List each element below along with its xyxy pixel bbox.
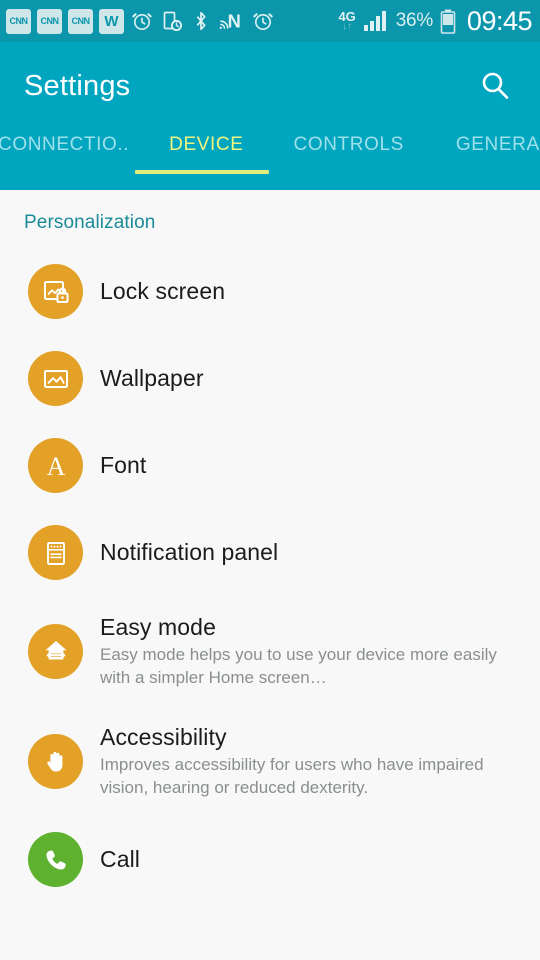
list-item-notification-panel[interactable]: Notification panel: [0, 509, 540, 596]
cnn-notification-icon: CNN: [68, 8, 93, 34]
list-item-text: Easy mode Easy mode helps you to use you…: [100, 613, 520, 690]
svg-text:A: A: [46, 452, 65, 481]
clock-label: 09:45: [466, 5, 533, 36]
status-bar-notifications: CNN CNN CNN W N: [6, 8, 338, 34]
section-header-personalization: Personalization: [24, 212, 156, 233]
list-item-text: Call: [100, 845, 140, 874]
list-item-title: Accessibility: [100, 723, 227, 750]
list-item-call[interactable]: Call: [0, 816, 540, 903]
list-item-title: Easy mode: [100, 613, 216, 640]
list-item-text: Notification panel: [100, 538, 278, 567]
active-tab-indicator: [135, 170, 269, 174]
nfc-icon: N: [218, 9, 245, 33]
status-bar: CNN CNN CNN W N 4G ↓↑ 36% 09:45: [0, 0, 540, 42]
accessibility-hand-icon: [28, 733, 83, 789]
battery-icon: [440, 9, 456, 34]
call-phone-icon: [28, 832, 83, 887]
list-item-title: Notification panel: [100, 539, 279, 566]
list-item-title: Font: [100, 452, 147, 479]
app-bar-top-row: Settings: [0, 42, 540, 130]
network-type-indicator: 4G ↓↑: [338, 9, 356, 32]
tab-general[interactable]: GENERAL: [456, 130, 540, 156]
alarm-clock-icon: [130, 9, 154, 33]
easy-mode-icon: [28, 623, 83, 679]
cnn-notification-icon: CNN: [6, 8, 31, 34]
w-app-notification-icon: W: [99, 8, 124, 34]
svg-text:N: N: [228, 11, 241, 32]
page-title: Settings: [24, 69, 131, 102]
bluetooth-icon: [190, 9, 212, 33]
settings-list: Lock screen Wallpaper A Font Notificatio…: [0, 234, 540, 903]
list-item-accessibility[interactable]: Accessibility Improves accessibility for…: [0, 706, 540, 816]
app-bar: Settings CONNECTIO.. DEVICE CONTROLS GEN…: [0, 42, 540, 190]
battery-percent-label: 36%: [395, 10, 433, 31]
list-item-font[interactable]: A Font: [0, 422, 540, 509]
list-item-text: Wallpaper: [100, 364, 204, 393]
list-item-wallpaper[interactable]: Wallpaper: [0, 335, 540, 422]
wallpaper-icon: [28, 351, 83, 406]
list-item-text: Lock screen: [100, 277, 225, 306]
tab-bar: CONNECTIO.. DEVICE CONTROLS GENERAL: [0, 130, 540, 182]
list-item-title: Call: [100, 846, 141, 873]
list-item-text: Accessibility Improves accessibility for…: [100, 723, 520, 800]
signal-bars-icon: [363, 10, 389, 32]
tab-controls[interactable]: CONTROLS: [294, 130, 404, 156]
settings-list-container[interactable]: Personalization Lock screen Wallpaper A …: [0, 190, 540, 960]
cnn-notification-icon: CNN: [37, 8, 62, 34]
list-item-subtitle: Easy mode helps you to use your device m…: [100, 645, 497, 687]
list-item-subtitle: Improves accessibility for users who hav…: [100, 755, 484, 797]
tab-device[interactable]: DEVICE: [169, 130, 243, 156]
list-item-title: Lock screen: [100, 278, 226, 305]
lock-screen-icon: [28, 264, 83, 319]
list-item-text: Font: [100, 451, 146, 480]
alarm-clock-icon: [251, 9, 275, 33]
font-icon: A: [28, 438, 83, 493]
status-bar-system-icons: 4G ↓↑ 36% 09:45: [338, 6, 532, 37]
tab-connections[interactable]: CONNECTIO..: [0, 130, 129, 156]
list-item-easy-mode[interactable]: Easy mode Easy mode helps you to use you…: [0, 596, 540, 706]
search-icon[interactable]: [472, 63, 518, 109]
list-item-title: Wallpaper: [100, 365, 204, 392]
list-item-lock-screen[interactable]: Lock screen: [0, 248, 540, 335]
notification-panel-icon: [28, 525, 83, 580]
device-schedule-icon: [160, 9, 184, 33]
